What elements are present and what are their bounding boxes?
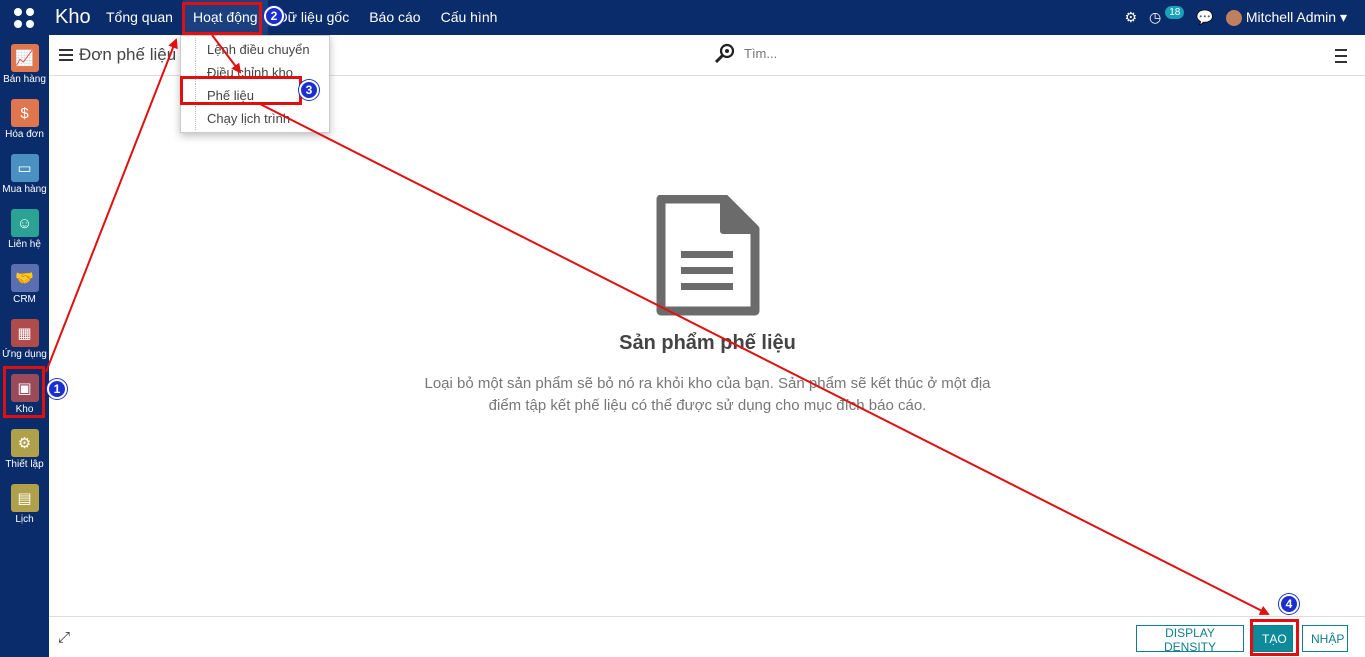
menu-reports[interactable]: Báo cáo xyxy=(359,0,430,35)
sidebar-item-sales[interactable]: 📈 Bán hàng xyxy=(0,40,49,95)
step-number-1: 1 xyxy=(47,379,67,399)
sidebar-label: Lịch xyxy=(15,514,34,525)
hamburger-menu-icon[interactable] xyxy=(59,49,73,61)
sales-chart-icon: 📈 xyxy=(10,44,39,72)
sidebar-item-contacts[interactable]: ☺ Liên hệ xyxy=(0,205,49,260)
sidebar-label: Bán hàng xyxy=(3,74,46,85)
dropdown-item-run-scheduler[interactable]: Chạy lịch trình xyxy=(181,107,329,130)
sidebar-item-settings[interactable]: ⚙ Thiết lập xyxy=(0,425,49,480)
sidebar-label: Mua hàng xyxy=(2,184,47,195)
app-brand: Kho xyxy=(55,6,91,28)
highlight-create xyxy=(1250,619,1299,656)
expand-arrows-icon[interactable]: ⤢ xyxy=(58,629,70,646)
chat-bubbles-icon[interactable]: 💬 xyxy=(1196,9,1213,26)
app-sidebar: 📈 Bán hàng $ Hóa đơn ▭ Mua hàng ☺ Liên h… xyxy=(0,35,49,657)
activity-clock-icon[interactable]: ◷ xyxy=(1149,9,1161,26)
debug-gear-icon[interactable]: ⚙ xyxy=(1124,9,1137,26)
empty-state-title: Sản phẩm phế liệu xyxy=(619,332,796,354)
highlight-inventory xyxy=(3,366,45,418)
calendar-icon: ▤ xyxy=(10,484,39,512)
footer-bar: ⤢ DISPLAY DENSITY TẠO NHẬP xyxy=(49,616,1365,657)
search-bar xyxy=(714,43,944,63)
search-input[interactable] xyxy=(744,45,944,61)
step-number-4: 4 xyxy=(1279,594,1299,614)
dropdown-item-transfers[interactable]: Lệnh điều chuyển xyxy=(181,38,329,61)
import-button[interactable]: NHẬP xyxy=(1302,625,1348,652)
highlight-scrap xyxy=(180,76,302,105)
display-density-button[interactable]: DISPLAY DENSITY xyxy=(1136,625,1244,654)
menu-configuration[interactable]: Cấu hình xyxy=(431,0,508,35)
document-icon xyxy=(656,194,759,316)
user-menu[interactable]: Mitchell Admin ▾ xyxy=(1225,8,1347,27)
settings-gear-icon: ⚙ xyxy=(10,429,39,457)
sidebar-item-apps[interactable]: ▦ Ứng dụng xyxy=(0,315,49,370)
sidebar-label: Ứng dụng xyxy=(2,349,47,360)
sidebar-label: Hóa đơn xyxy=(5,129,44,140)
sidebar-item-crm[interactable]: 🤝 CRM xyxy=(0,260,49,315)
breadcrumb: Đơn phế liệu xyxy=(59,45,176,65)
sidebar-label: Thiết lập xyxy=(5,459,44,470)
invoice-icon: $ xyxy=(10,99,39,127)
sidebar-item-calendar[interactable]: ▤ Lịch xyxy=(0,480,49,535)
systray: ⚙ ◷ 18 💬 Mitchell Admin ▾ xyxy=(1124,0,1347,35)
apps-menu-icon[interactable] xyxy=(14,8,34,28)
sidebar-label: CRM xyxy=(13,294,36,305)
user-name: Mitchell Admin xyxy=(1245,8,1337,25)
apps-cubes-icon: ▦ xyxy=(10,319,39,347)
empty-state-line-1: Loại bỏ một sản phẩm sẽ bỏ nó ra khỏi kh… xyxy=(424,375,991,392)
avatar xyxy=(1225,10,1242,27)
empty-state: Sản phẩm phế liệu Loại bỏ một sản phẩm s… xyxy=(400,194,1015,417)
arrow-1-to-2 xyxy=(45,38,178,373)
search-icon xyxy=(714,43,735,63)
sidebar-label: Liên hệ xyxy=(8,239,41,250)
page-title: Đơn phế liệu xyxy=(79,45,177,64)
sidebar-item-invoices[interactable]: $ Hóa đơn xyxy=(0,95,49,150)
highlight-operations xyxy=(182,2,262,35)
menu-overview[interactable]: Tổng quan xyxy=(96,0,183,35)
handshake-icon: 🤝 xyxy=(10,264,39,292)
list-view-icon[interactable] xyxy=(1331,49,1347,63)
sidebar-item-purchase[interactable]: ▭ Mua hàng xyxy=(0,150,49,205)
activity-count-badge: 18 xyxy=(1165,6,1185,19)
empty-state-line-2: điểm tập kết phế liệu có thể được sử dụn… xyxy=(488,397,927,414)
main-menu: Tổng quan Hoạt động Dữ liệu gốc Báo cáo … xyxy=(96,0,507,35)
step-number-2: 2 xyxy=(264,6,284,26)
purchase-card-icon: ▭ xyxy=(10,154,39,182)
step-number-3: 3 xyxy=(299,80,319,100)
contacts-icon: ☺ xyxy=(10,209,39,237)
